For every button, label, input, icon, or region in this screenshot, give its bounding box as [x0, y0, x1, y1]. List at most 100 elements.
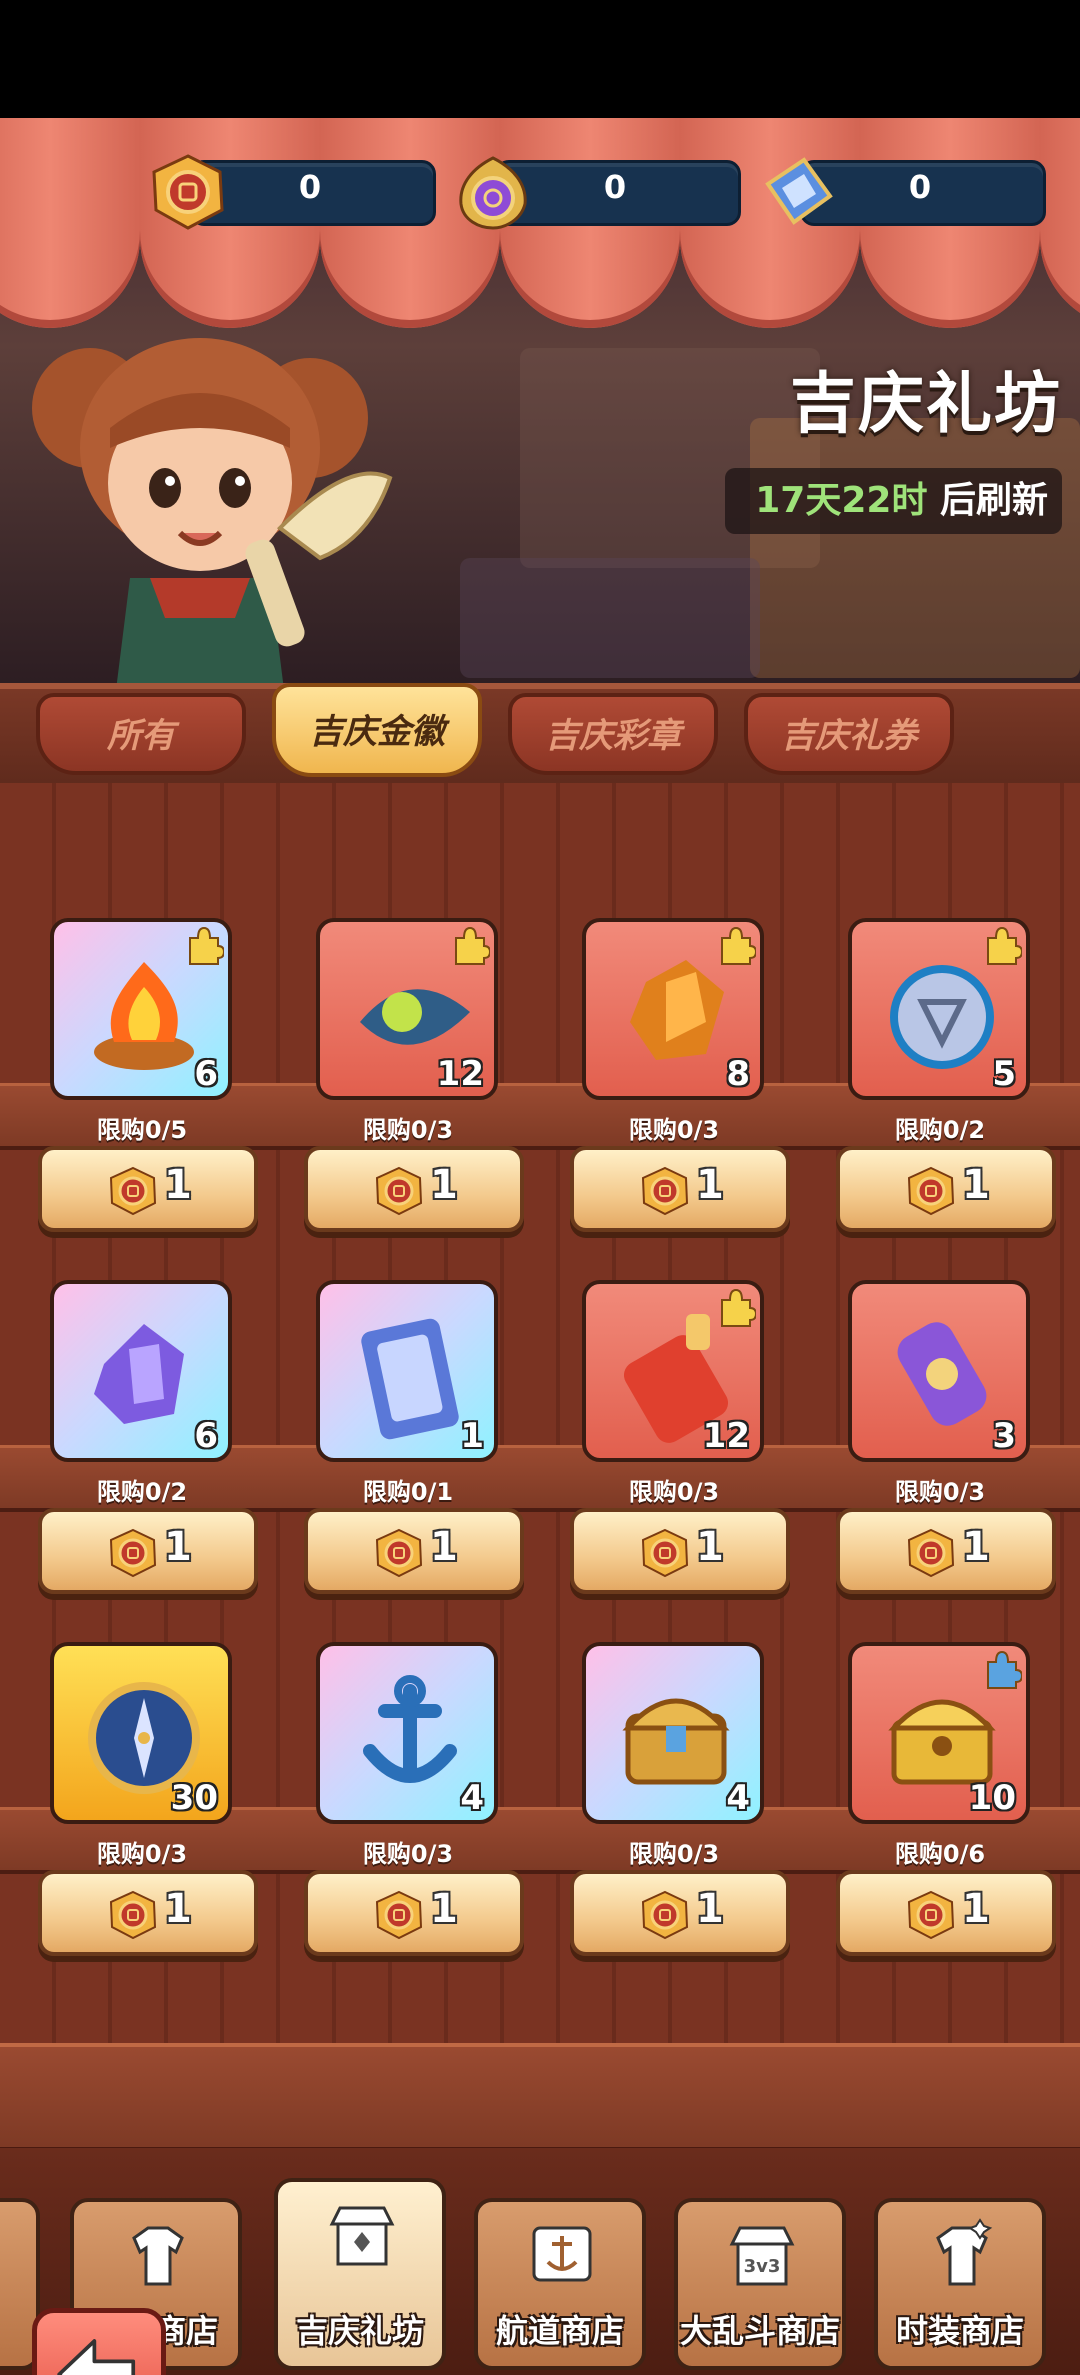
buy-button[interactable]: 1	[570, 1870, 790, 1956]
item-card[interactable]: 3	[848, 1280, 1030, 1462]
buy-button[interactable]: 1	[38, 1508, 258, 1594]
buy-price: 1	[696, 1524, 724, 1570]
buy-button[interactable]: 1	[836, 1508, 1056, 1594]
purchase-limit: 限购0/3	[362, 1840, 454, 1868]
item-card[interactable]: 6	[50, 1280, 232, 1462]
back-button[interactable]	[32, 2308, 166, 2375]
purchase-limit: 限购0/3	[894, 1478, 986, 1506]
item-card[interactable]: 30	[50, 1642, 232, 1824]
buy-price: 1	[696, 1162, 724, 1208]
item-count: 8	[726, 1054, 750, 1094]
anchor-icon	[363, 1675, 457, 1783]
refresh-suffix: 后刷新	[927, 480, 1048, 521]
item-grid: 6 限购0/5 1 12 限购0/3 1 8 限购0/3 1 5 限购0/2 1…	[0, 783, 1080, 2163]
nav-jiqing-shop[interactable]: 吉庆礼坊	[274, 2178, 446, 2370]
puzzle-piece-icon	[987, 1650, 1022, 1689]
buy-button[interactable]: 1	[304, 1146, 524, 1232]
item-count: 4	[460, 1778, 484, 1818]
nav-label: 吉庆礼坊	[295, 2312, 424, 2350]
buy-button[interactable]: 1	[570, 1146, 790, 1232]
nav-label: 大乱斗商店	[679, 2312, 840, 2350]
buy-price: 1	[430, 1162, 458, 1208]
item-card[interactable]: 5	[848, 918, 1030, 1100]
gold-badge-coin-icon	[907, 1528, 955, 1578]
currency-purple-seal[interactable]: 0	[455, 154, 755, 230]
item-card[interactable]: 12	[582, 1280, 764, 1462]
currency-blue-ticket[interactable]: 0	[760, 154, 1060, 226]
nav-channel-shop[interactable]: 航道商店	[474, 2198, 646, 2370]
item-card[interactable]: 1	[316, 1280, 498, 1462]
nav-fashion-shop[interactable]: 时装商店	[874, 2198, 1046, 2370]
item-card[interactable]: 4	[582, 1642, 764, 1824]
buy-price: 1	[962, 1886, 990, 1932]
item-count: 5	[992, 1054, 1016, 1094]
purchase-limit: 限购0/3	[628, 1840, 720, 1868]
tab-gift-ticket[interactable]: 吉庆礼券	[744, 693, 954, 775]
treasure-chest-icon	[622, 1698, 730, 1785]
nav-brawl-shop[interactable]: 3v3 大乱斗商店	[674, 2198, 846, 2370]
buy-button[interactable]: 1	[304, 1870, 524, 1956]
shop-item: 4 限购0/3 1	[560, 1642, 790, 1982]
status-bar	[0, 0, 1080, 118]
spell-card-icon	[361, 1318, 459, 1440]
buy-button[interactable]: 1	[304, 1508, 524, 1594]
nav-label: 时装商店	[895, 2312, 1024, 2350]
currency-gold-badge[interactable]: 0	[150, 154, 450, 230]
currency-value: 0	[603, 168, 627, 206]
item-count: 4	[726, 1778, 750, 1818]
shop-item: 12 限购0/3 1	[294, 918, 524, 1258]
buy-button[interactable]: 1	[570, 1508, 790, 1594]
tab-all[interactable]: 所有	[36, 693, 246, 775]
bottom-shelf	[0, 2043, 1080, 2153]
currency-value: 0	[908, 168, 932, 206]
item-card[interactable]: 12	[316, 918, 498, 1100]
3v3-shop-icon: 3v3	[729, 2226, 795, 2286]
purchase-limit: 限购0/2	[96, 1478, 188, 1506]
item-card[interactable]: 10	[848, 1642, 1030, 1824]
purchase-limit: 限购0/6	[894, 1840, 986, 1868]
gold-badge-coin-icon	[375, 1528, 423, 1578]
gold-badge-coin-icon	[641, 1528, 689, 1578]
gold-badge-coin-icon	[152, 154, 224, 230]
refresh-time: 17天22时	[755, 480, 928, 521]
buy-price: 1	[962, 1524, 990, 1570]
item-card[interactable]: 8	[582, 918, 764, 1100]
purchase-limit: 限购0/2	[894, 1116, 986, 1144]
shop-item: 3 限购0/3 1	[826, 1280, 1056, 1620]
shop-item: 8 限购0/3 1	[560, 918, 790, 1258]
anchor-flag-icon	[532, 2226, 592, 2282]
shop-banner: 0 0 0 吉庆礼坊 17天22时 后刷新	[0, 118, 1080, 688]
item-card[interactable]: 6	[50, 918, 232, 1100]
buy-price: 1	[164, 1524, 192, 1570]
buy-button[interactable]: 1	[38, 1870, 258, 1956]
buy-price: 1	[430, 1886, 458, 1932]
tab-color-seal[interactable]: 吉庆彩章	[508, 693, 718, 775]
gold-badge-coin-icon	[109, 1890, 157, 1940]
tab-gold-badge[interactable]: 吉庆金徽	[272, 683, 482, 777]
buy-button[interactable]: 1	[836, 1146, 1056, 1232]
buy-price: 1	[696, 1886, 724, 1932]
item-count: 12	[436, 1054, 484, 1094]
buy-button[interactable]: 1	[38, 1146, 258, 1232]
buy-price: 1	[962, 1162, 990, 1208]
item-count: 6	[194, 1416, 218, 1456]
shop-item: 6 限购0/5 1	[28, 918, 258, 1258]
item-card[interactable]: 4	[316, 1642, 498, 1824]
shopkeeper-character	[32, 338, 393, 688]
scroll-icon	[897, 1322, 987, 1426]
puzzle-piece-icon	[721, 1288, 756, 1327]
buy-price: 1	[164, 1886, 192, 1932]
puzzle-piece-icon	[721, 926, 756, 965]
category-tabs: 所有 吉庆金徽 吉庆彩章 吉庆礼券	[0, 683, 1080, 789]
purchase-limit: 限购0/1	[362, 1478, 454, 1506]
shop-item: 1 限购0/1 1	[294, 1280, 524, 1620]
bottom-nav: 商店 吉庆礼坊 航道商店 3v3 大乱斗商店 时装商店	[0, 2148, 1080, 2375]
shop-item: 5 限购0/2 1	[826, 918, 1056, 1258]
item-count: 3	[992, 1416, 1016, 1456]
item-count: 6	[194, 1054, 218, 1094]
shop-item: 4 限购0/3 1	[294, 1642, 524, 1982]
item-count: 30	[170, 1778, 218, 1818]
shop-item: 6 限购0/2 1	[28, 1280, 258, 1620]
purchase-limit: 限购0/3	[628, 1478, 720, 1506]
buy-button[interactable]: 1	[836, 1870, 1056, 1956]
